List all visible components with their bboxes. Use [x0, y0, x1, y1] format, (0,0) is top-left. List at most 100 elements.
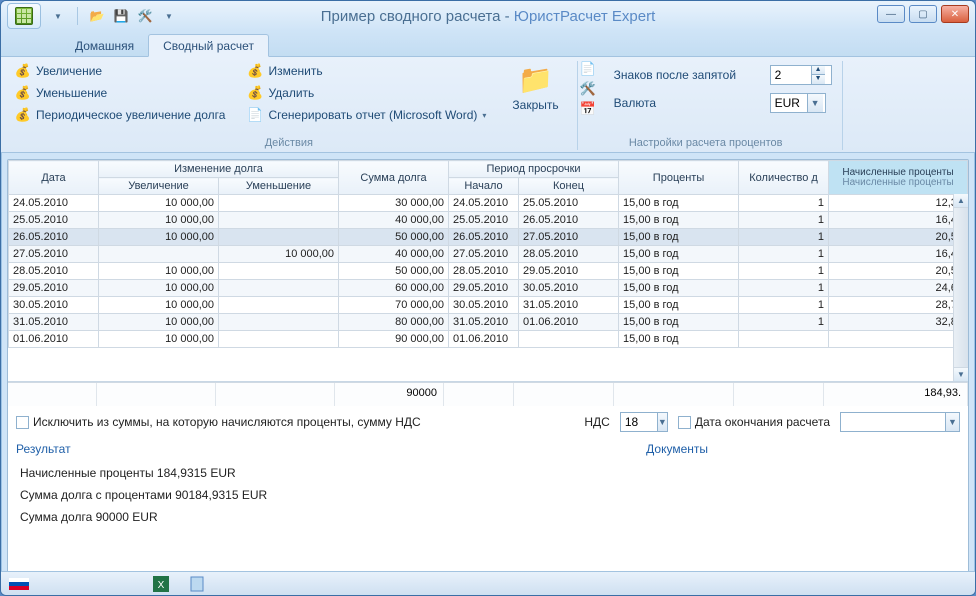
cell-dec[interactable]: [219, 280, 339, 297]
table-row[interactable]: 25.05.201010 000,0040 000,0025.05.201026…: [9, 212, 968, 229]
cell-end[interactable]: 29.05.2010: [519, 263, 619, 280]
table-row[interactable]: 29.05.201010 000,0060 000,0029.05.201030…: [9, 280, 968, 297]
cell-date[interactable]: 25.05.2010: [9, 212, 99, 229]
cell-acc[interactable]: 16,44: [829, 246, 968, 263]
cell-dec[interactable]: 10 000,00: [219, 246, 339, 263]
table-row[interactable]: 27.05.201010 000,0040 000,0027.05.201028…: [9, 246, 968, 263]
exclude-vat-checkbox[interactable]: Исключить из суммы, на которую начисляют…: [16, 415, 421, 429]
maximize-button[interactable]: ▢: [909, 5, 937, 23]
cell-inc[interactable]: 10 000,00: [99, 331, 219, 348]
cell-sum[interactable]: 80 000,00: [339, 314, 449, 331]
cell-acc[interactable]: [829, 331, 968, 348]
cell-cnt[interactable]: 1: [739, 263, 829, 280]
col-end[interactable]: Конец: [519, 178, 619, 195]
settings-date-icon[interactable]: 📅: [580, 101, 596, 117]
cell-pct[interactable]: 15,00 в год: [619, 212, 739, 229]
cell-inc[interactable]: 10 000,00: [99, 280, 219, 297]
spin-down-icon[interactable]: ▼: [811, 75, 825, 84]
cell-inc[interactable]: 10 000,00: [99, 229, 219, 246]
table-row[interactable]: 01.06.201010 000,0090 000,0001.06.201015…: [9, 331, 968, 348]
cell-end[interactable]: [519, 331, 619, 348]
qat-customize-icon[interactable]: ▼: [160, 7, 178, 25]
minimize-button[interactable]: —: [877, 5, 905, 23]
cell-end[interactable]: 30.05.2010: [519, 280, 619, 297]
cell-end[interactable]: 28.05.2010: [519, 246, 619, 263]
cell-sum[interactable]: 70 000,00: [339, 297, 449, 314]
cell-pct[interactable]: 15,00 в год: [619, 229, 739, 246]
col-count[interactable]: Количество д: [739, 161, 829, 195]
cell-inc[interactable]: [99, 246, 219, 263]
col-change-group[interactable]: Изменение долга: [99, 161, 339, 178]
col-start[interactable]: Начало: [449, 178, 519, 195]
tab-summary[interactable]: Сводный расчет: [148, 34, 269, 57]
table-row[interactable]: 30.05.201010 000,0070 000,0030.05.201031…: [9, 297, 968, 314]
cell-date[interactable]: 28.05.2010: [9, 263, 99, 280]
vertical-scrollbar[interactable]: ▲ ▼: [953, 194, 968, 381]
dropdown-arrow-icon[interactable]: ▼: [657, 413, 667, 431]
cell-dec[interactable]: [219, 331, 339, 348]
cell-cnt[interactable]: 1: [739, 212, 829, 229]
cell-cnt[interactable]: 1: [739, 229, 829, 246]
print-preview-icon[interactable]: [187, 576, 207, 592]
cell-sum[interactable]: 60 000,00: [339, 280, 449, 297]
cell-cnt[interactable]: 1: [739, 280, 829, 297]
table-row[interactable]: 31.05.201010 000,0080 000,0031.05.201001…: [9, 314, 968, 331]
close-doc-button[interactable]: 📁 Закрыть: [504, 61, 566, 136]
cell-end[interactable]: 01.06.2010: [519, 314, 619, 331]
periodic-increase-button[interactable]: 💰 Периодическое увеличение долга: [11, 105, 229, 125]
cell-inc[interactable]: 10 000,00: [99, 212, 219, 229]
settings-tools-icon[interactable]: 🛠️: [580, 81, 596, 97]
cell-end[interactable]: 25.05.2010: [519, 195, 619, 212]
cell-sum[interactable]: 40 000,00: [339, 246, 449, 263]
cell-end[interactable]: 26.05.2010: [519, 212, 619, 229]
cell-pct[interactable]: 15,00 в год: [619, 195, 739, 212]
cell-acc[interactable]: 32,88: [829, 314, 968, 331]
cell-end[interactable]: 31.05.2010: [519, 297, 619, 314]
col-percent[interactable]: Проценты: [619, 161, 739, 195]
result-link[interactable]: Результат: [16, 442, 71, 456]
tab-home[interactable]: Домашняя: [61, 35, 148, 56]
cell-pct[interactable]: 15,00 в год: [619, 280, 739, 297]
open-folder-icon[interactable]: 📂: [88, 7, 106, 25]
save-icon[interactable]: 💾: [112, 7, 130, 25]
vat-select[interactable]: ▼: [620, 412, 668, 432]
cell-start[interactable]: 01.06.2010: [449, 331, 519, 348]
decimals-input[interactable]: ▲▼: [770, 65, 832, 85]
cell-pct[interactable]: 15,00 в год: [619, 331, 739, 348]
cell-pct[interactable]: 15,00 в год: [619, 263, 739, 280]
cell-inc[interactable]: 10 000,00: [99, 263, 219, 280]
cell-cnt[interactable]: 1: [739, 297, 829, 314]
generate-report-button[interactable]: 📄 Сгенерировать отчет (Microsoft Word) ▾: [243, 105, 490, 125]
cell-sum[interactable]: 40 000,00: [339, 212, 449, 229]
flag-ru-icon[interactable]: [9, 576, 29, 592]
cell-acc[interactable]: 20,55: [829, 263, 968, 280]
cell-dec[interactable]: [219, 263, 339, 280]
cell-start[interactable]: 28.05.2010: [449, 263, 519, 280]
delete-button[interactable]: 💰 Удалить: [243, 83, 490, 103]
col-period-group[interactable]: Период просрочки: [449, 161, 619, 178]
table-row[interactable]: 26.05.201010 000,0050 000,0026.05.201027…: [9, 229, 968, 246]
end-date-checkbox[interactable]: Дата окончания расчета: [678, 415, 830, 429]
cell-pct[interactable]: 15,00 в год: [619, 246, 739, 263]
cell-date[interactable]: 30.05.2010: [9, 297, 99, 314]
edit-button[interactable]: 💰 Изменить: [243, 61, 490, 81]
cell-date[interactable]: 27.05.2010: [9, 246, 99, 263]
cell-start[interactable]: 26.05.2010: [449, 229, 519, 246]
end-date-select[interactable]: ▼: [840, 412, 960, 432]
cell-date[interactable]: 29.05.2010: [9, 280, 99, 297]
cell-end[interactable]: 27.05.2010: [519, 229, 619, 246]
cell-dec[interactable]: [219, 195, 339, 212]
cell-date[interactable]: 24.05.2010: [9, 195, 99, 212]
cell-pct[interactable]: 15,00 в год: [619, 297, 739, 314]
table-row[interactable]: 24.05.201010 000,0030 000,0024.05.201025…: [9, 195, 968, 212]
spin-up-icon[interactable]: ▲: [811, 66, 825, 75]
decrease-button[interactable]: 💰 Уменьшение: [11, 83, 229, 103]
data-grid[interactable]: Дата Изменение долга Сумма долга Период …: [8, 160, 968, 348]
cell-dec[interactable]: [219, 314, 339, 331]
cell-date[interactable]: 01.06.2010: [9, 331, 99, 348]
dropdown-arrow-icon[interactable]: ▼: [945, 413, 959, 431]
cell-dec[interactable]: [219, 297, 339, 314]
currency-select[interactable]: ▼: [770, 93, 826, 113]
settings-page-icon[interactable]: 📄: [580, 61, 596, 77]
cell-start[interactable]: 27.05.2010: [449, 246, 519, 263]
